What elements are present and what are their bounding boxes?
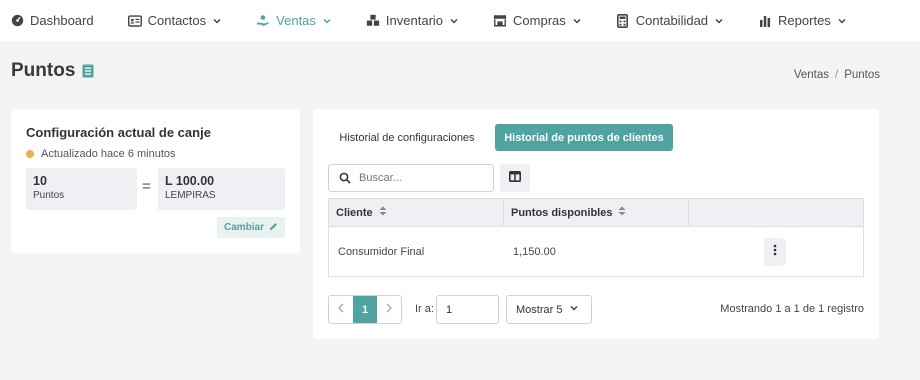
pagination: 1 xyxy=(328,295,402,324)
search-placeholder: Buscar... xyxy=(359,172,402,184)
config-status: Actualizado hace 6 minutos xyxy=(26,148,176,160)
chevron-down-icon xyxy=(212,16,222,26)
tab-historial-configuraciones[interactable]: Historial de configuraciones xyxy=(330,124,484,151)
calculator-icon xyxy=(616,13,630,28)
config-title: Configuración actual de canje xyxy=(26,125,211,140)
money-box: L 100.00 LEMPIRAS xyxy=(158,168,285,210)
page-title-text: Puntos xyxy=(11,60,76,81)
goto-label: Ir a: xyxy=(415,303,434,315)
column-actions xyxy=(689,199,863,226)
book-icon[interactable] xyxy=(82,64,94,78)
table-header: Cliente Puntos disponibles xyxy=(329,199,863,227)
chevron-down-icon xyxy=(569,303,579,316)
cell-puntos: 1,150.00 xyxy=(513,245,556,258)
nav-label: Inventario xyxy=(385,13,444,28)
equals-sign: = xyxy=(142,178,151,195)
bar-chart-icon xyxy=(758,14,772,28)
money-unit: LEMPIRAS xyxy=(165,190,216,201)
money-value: L 100.00 xyxy=(165,174,215,188)
top-navigation: Dashboard Contactos Ventas Inventario Co… xyxy=(0,0,920,41)
chevron-right-icon xyxy=(385,303,393,316)
clients-points-table: Cliente Puntos disponibles Consumidor Fi… xyxy=(328,198,864,277)
nav-label: Reportes xyxy=(778,13,831,28)
column-puntos-disponibles[interactable]: Puntos disponibles xyxy=(504,199,689,226)
breadcrumb-puntos: Puntos xyxy=(844,69,880,81)
nav-label: Compras xyxy=(513,13,566,28)
nav-dashboard[interactable]: Dashboard xyxy=(10,0,94,41)
breadcrumb-ventas[interactable]: Ventas xyxy=(794,69,829,81)
change-button[interactable]: Cambiar xyxy=(217,217,285,238)
nav-contactos[interactable]: Contactos xyxy=(127,0,223,41)
boxes-icon xyxy=(366,14,380,28)
page-title: Puntos xyxy=(11,60,94,82)
nav-inventario[interactable]: Inventario xyxy=(366,0,459,41)
change-label: Cambiar xyxy=(223,222,264,233)
nav-label: Contabilidad xyxy=(635,13,709,28)
page-size-value: Mostrar 5 xyxy=(516,303,563,316)
points-box: 10 Puntos xyxy=(26,168,137,210)
chevron-left-icon xyxy=(337,303,345,316)
chevron-down-icon xyxy=(449,16,459,26)
nav-ventas[interactable]: Ventas xyxy=(256,0,332,41)
sales-hand-icon xyxy=(256,14,270,28)
config-card: Configuración actual de canje Actualizad… xyxy=(11,109,300,253)
chevron-down-icon xyxy=(714,16,724,26)
history-card: Historial de configuraciones Historial d… xyxy=(313,109,879,339)
cell-actions xyxy=(689,237,863,266)
row-actions-button[interactable] xyxy=(764,237,786,266)
prev-page-button[interactable] xyxy=(329,296,353,323)
nav-contabilidad[interactable]: Contabilidad xyxy=(616,0,724,41)
column-label: Cliente xyxy=(336,206,373,219)
chevron-down-icon xyxy=(837,16,847,26)
pencil-icon xyxy=(269,222,278,234)
nav-label: Contactos xyxy=(147,13,207,28)
column-cliente[interactable]: Cliente xyxy=(329,199,504,226)
points-value: 10 xyxy=(33,174,47,188)
records-summary: Mostrando 1 a 1 de 1 registro xyxy=(720,303,864,315)
tab-historial-puntos-clientes[interactable]: Historial de puntos de clientes xyxy=(495,124,673,151)
column-label: Puntos disponibles xyxy=(511,206,613,219)
nav-compras[interactable]: Compras xyxy=(493,0,582,41)
breadcrumb: Ventas / Puntos xyxy=(794,69,880,81)
cell-cliente: Consumidor Final xyxy=(338,245,425,258)
sort-icon xyxy=(618,206,626,219)
contacts-card-icon xyxy=(127,14,142,28)
status-text: Actualizado hace 6 minutos xyxy=(41,148,176,160)
next-page-button[interactable] xyxy=(377,296,401,323)
goto-page-input[interactable]: 1 xyxy=(436,295,499,324)
columns-icon xyxy=(509,169,521,187)
search-icon xyxy=(339,172,351,184)
table-row: Consumidor Final 1,150.00 xyxy=(329,227,863,276)
columns-toggle-button[interactable] xyxy=(500,164,530,192)
chevron-down-icon xyxy=(322,16,332,26)
dashboard-icon xyxy=(10,14,24,28)
nav-label: Ventas xyxy=(276,13,316,28)
chevron-down-icon xyxy=(572,16,582,26)
status-dot xyxy=(26,150,34,158)
page-size-select[interactable]: Mostrar 5 xyxy=(506,295,592,324)
kebab-menu-icon xyxy=(773,243,777,261)
search-input[interactable]: Buscar... xyxy=(328,164,494,192)
nav-label: Dashboard xyxy=(30,13,94,28)
sort-icon xyxy=(379,206,387,219)
page-number-button[interactable]: 1 xyxy=(353,296,377,323)
nav-reportes[interactable]: Reportes xyxy=(758,0,847,41)
breadcrumb-separator: / xyxy=(834,69,839,81)
store-icon xyxy=(493,14,507,28)
points-unit: Puntos xyxy=(33,190,65,201)
